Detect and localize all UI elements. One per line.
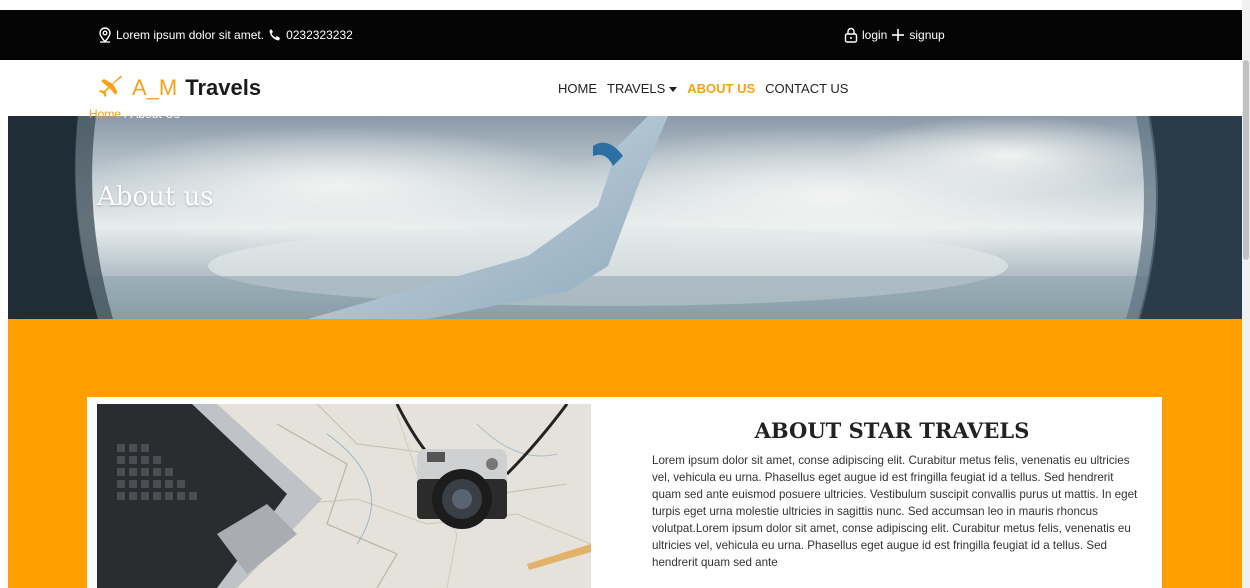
top-bar: Lorem ipsum dolor sit amet. 0232323232 l… — [0, 10, 1242, 60]
plus-icon — [891, 28, 905, 42]
hero-banner: About us — [8, 116, 1242, 319]
about-paragraph: Lorem ipsum dolor sit amet, conse adipis… — [652, 454, 1138, 569]
phone-text[interactable]: 0232323232 — [286, 28, 353, 42]
brand-name-prefix: A_M — [132, 75, 178, 100]
about-heading: ABOUT STAR TRAVELS — [754, 418, 1030, 443]
hero-background-image — [8, 116, 1242, 319]
nav-item-travels-label: TRAVELS — [607, 80, 666, 96]
signup-link[interactable]: signup — [909, 28, 944, 42]
nav-menu: HOME TRAVELS ABOUT US CONTACT US — [558, 60, 848, 116]
location-pin-icon — [98, 27, 112, 43]
nav-item-home[interactable]: HOME — [558, 81, 597, 96]
travel-desk-image — [97, 404, 591, 588]
about-photo — [97, 404, 591, 588]
address-text: Lorem ipsum dolor sit amet. — [116, 28, 265, 42]
caret-down-icon — [669, 86, 678, 92]
breadcrumb: Home / About Us — [89, 107, 180, 121]
airplane-icon — [98, 74, 124, 103]
auth-links: login signup — [844, 10, 945, 60]
phone-icon — [268, 28, 282, 42]
breadcrumb-home-link[interactable]: Home — [89, 107, 121, 121]
scrollbar-thumb[interactable] — [1243, 60, 1249, 260]
brand-name-suffix: Travels — [185, 75, 262, 100]
login-link[interactable]: login — [862, 28, 887, 42]
nav-item-contact[interactable]: CONTACT US — [765, 81, 848, 96]
page-scrollbar[interactable] — [1242, 0, 1250, 588]
page: Lorem ipsum dolor sit amet. 0232323232 l… — [0, 0, 1250, 588]
contact-info: Lorem ipsum dolor sit amet. 0232323232 — [98, 10, 353, 60]
nav-item-travels[interactable]: TRAVELS — [607, 80, 678, 96]
nav-item-about[interactable]: ABOUT US — [687, 81, 755, 96]
brand-logo[interactable]: A_M Travels — [98, 72, 261, 104]
page-title: About us — [97, 182, 214, 212]
breadcrumb-current: About Us — [130, 107, 180, 121]
lock-icon — [844, 27, 858, 43]
breadcrumb-separator: / — [121, 107, 131, 121]
main-navbar: A_M Travels HOME TRAVELS ABOUT US CONTAC… — [0, 60, 1242, 116]
